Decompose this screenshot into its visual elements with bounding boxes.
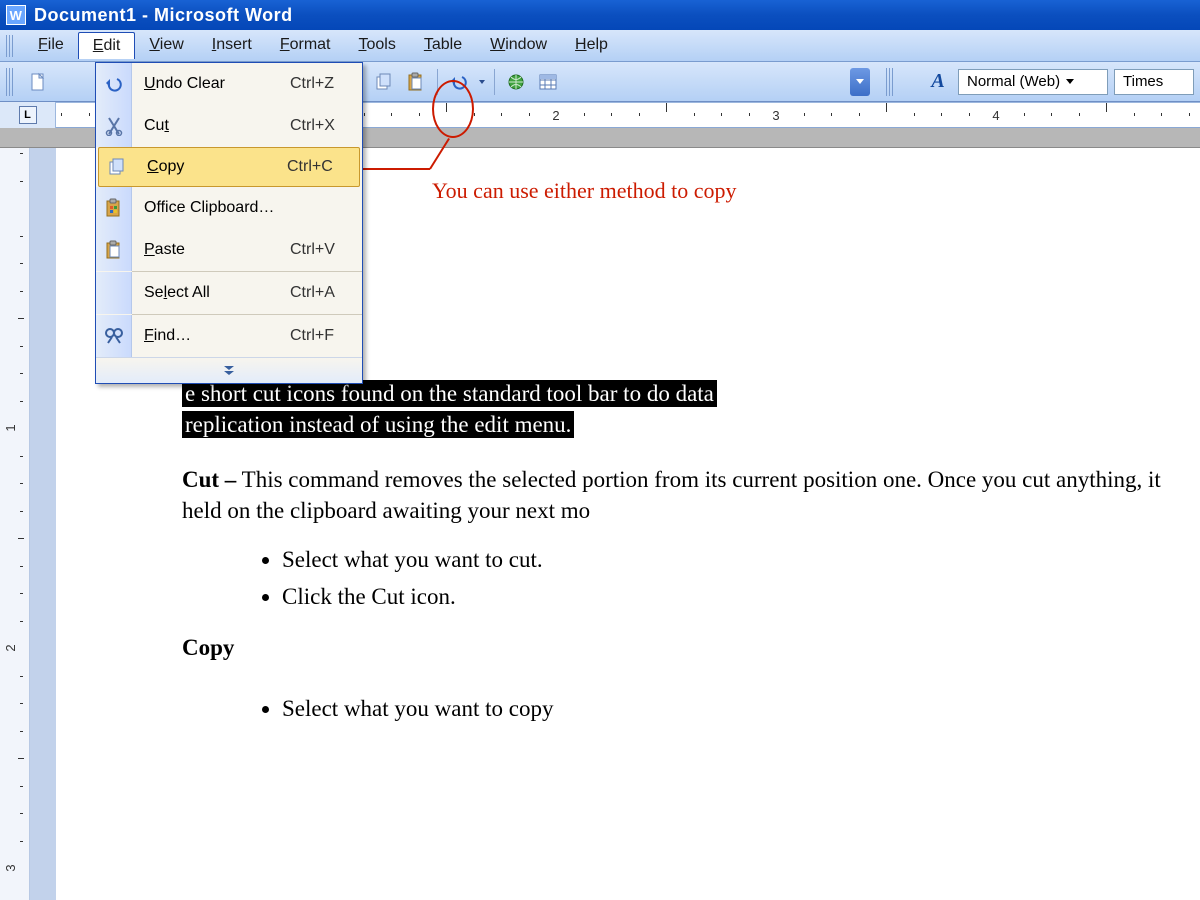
menu-item-shortcut: Ctrl+X	[290, 117, 362, 135]
font-combo-value: Times	[1123, 73, 1163, 90]
new-doc-icon	[28, 72, 48, 92]
menu-item-copy[interactable]: CopyCtrl+C	[98, 147, 360, 187]
paste-icon	[104, 240, 124, 260]
new-doc-button[interactable]	[24, 68, 52, 96]
find-icon	[104, 326, 124, 346]
copy-steps-list: Select what you want to copy	[282, 693, 1200, 724]
vruler-number: 1	[3, 424, 18, 431]
undo-icon	[104, 74, 124, 94]
page-gutter	[30, 148, 56, 900]
toolbar-grip-2[interactable]	[886, 68, 894, 96]
menu-view[interactable]: View	[135, 32, 197, 59]
menu-item-shortcut: Ctrl+V	[290, 241, 362, 259]
globe-icon	[506, 72, 526, 92]
ruler-number: 2	[552, 108, 559, 123]
menu-item-shortcut: Ctrl+C	[287, 158, 359, 176]
menu-window[interactable]: Window	[476, 32, 561, 59]
menu-item-paste[interactable]: PasteCtrl+V	[96, 229, 362, 271]
style-combo[interactable]: Normal (Web)	[958, 69, 1108, 95]
ruler-number: 4	[992, 108, 999, 123]
chevron-down-icon	[1066, 79, 1074, 84]
menu-item-label: Office Clipboard…	[132, 199, 290, 217]
vertical-ruler[interactable]: 1 2 3	[0, 148, 30, 900]
hyperlink-button[interactable]	[502, 68, 530, 96]
menu-bar: FileEditViewInsertFormatToolsTableWindow…	[0, 30, 1200, 62]
style-combo-value: Normal (Web)	[967, 73, 1060, 90]
menu-table[interactable]: Table	[410, 32, 476, 59]
style-icon: A	[924, 68, 952, 96]
cut-heading: Cut –	[182, 467, 236, 492]
selected-text-line1[interactable]: e short cut icons found on the standard …	[182, 380, 717, 407]
menu-tools[interactable]: Tools	[345, 32, 410, 59]
menu-item-undo-clear[interactable]: Undo ClearCtrl+Z	[96, 63, 362, 105]
list-item: Select what you want to cut.	[282, 544, 1200, 575]
menu-item-label: Copy	[135, 158, 287, 176]
menu-file[interactable]: File	[24, 32, 78, 59]
app-icon: W	[6, 5, 26, 25]
menu-insert[interactable]: Insert	[198, 32, 266, 59]
undo-dropdown[interactable]	[477, 68, 487, 96]
insert-table-button[interactable]	[534, 68, 562, 96]
font-combo[interactable]: Times	[1114, 69, 1194, 95]
toolbar-grip[interactable]	[6, 68, 14, 96]
menu-item-select-all[interactable]: Select AllCtrl+A	[96, 272, 362, 314]
menu-edit[interactable]: Edit	[78, 32, 136, 59]
menu-item-shortcut: Ctrl+A	[290, 284, 362, 302]
toolbar-separator	[437, 69, 438, 95]
undo-button[interactable]	[445, 68, 473, 96]
vruler-number: 3	[3, 864, 18, 871]
copy-heading: Copy	[182, 635, 234, 660]
edit-menu-dropdown: Undo ClearCtrl+ZCutCtrl+XCopyCtrl+COffic…	[95, 62, 363, 384]
cut-icon	[104, 116, 124, 136]
copy-icon	[107, 157, 127, 177]
menu-item-cut[interactable]: CutCtrl+X	[96, 105, 362, 147]
menu-item-label: Find…	[132, 327, 290, 345]
menu-item-label: Select All	[132, 284, 290, 302]
menu-item-label: Undo Clear	[132, 75, 290, 93]
chevron-double-down-icon	[224, 366, 234, 375]
menu-item-label: Paste	[132, 241, 290, 259]
window-title: Document1 - Microsoft Word	[34, 5, 293, 26]
list-item: Select what you want to copy	[282, 693, 1200, 724]
list-item: Click the Cut icon.	[282, 581, 1200, 612]
office-clipboard-icon	[104, 198, 124, 218]
document-content[interactable]: e short cut icons found on the standard …	[182, 378, 1200, 744]
copy-button[interactable]	[370, 68, 398, 96]
menu-item-find[interactable]: Find…Ctrl+F	[96, 315, 362, 357]
ruler-number: 3	[772, 108, 779, 123]
cut-paragraph: This command removes the selected portio…	[182, 467, 1161, 523]
menu-help[interactable]: Help	[561, 32, 622, 59]
cut-steps-list: Select what you want to cut. Click the Cu…	[282, 544, 1200, 612]
undo-icon	[449, 72, 469, 92]
title-bar: W Document1 - Microsoft Word	[0, 0, 1200, 30]
menu-item-label: Cut	[132, 117, 290, 135]
menu-item-shortcut: Ctrl+F	[290, 327, 362, 345]
paste-button[interactable]	[402, 68, 430, 96]
menubar-grip[interactable]	[6, 35, 14, 57]
menu-expand-button[interactable]	[96, 357, 362, 383]
tab-selector[interactable]: L	[0, 102, 56, 128]
toolbar-separator	[494, 69, 495, 95]
menu-item-shortcut: Ctrl+Z	[290, 75, 362, 93]
menu-item-office-clipboard[interactable]: Office Clipboard…	[96, 187, 362, 229]
table-icon	[538, 72, 558, 92]
vruler-number: 2	[3, 644, 18, 651]
copy-icon	[374, 72, 394, 92]
toolbar-overflow-button[interactable]	[850, 68, 870, 96]
selected-text-line2[interactable]: replication instead of using the edit me…	[182, 411, 574, 438]
menu-format[interactable]: Format	[266, 32, 345, 59]
paste-icon	[406, 72, 426, 92]
